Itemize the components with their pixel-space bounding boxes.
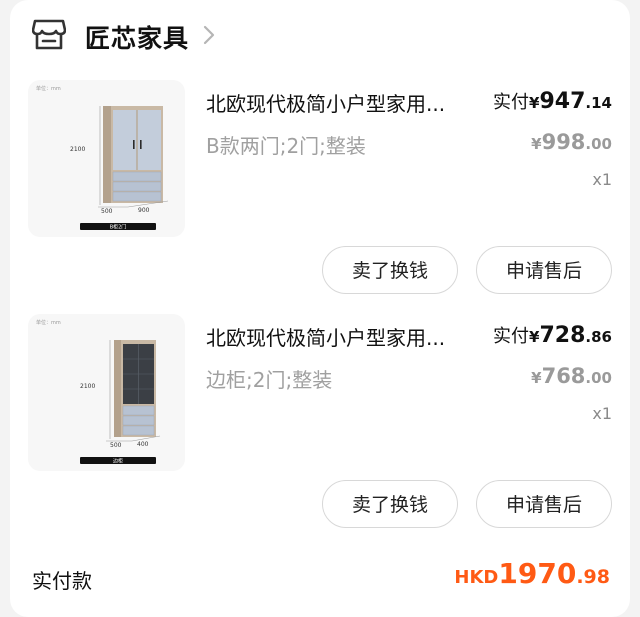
image-height-dim: 2100 [70,146,85,153]
order-item[interactable]: 单位：mm 2100 500 400 边柜 北欧现代极简小户型家用... 边柜;… [10,314,630,549]
image-depth-dim: 400 [137,441,149,448]
chevron-right-icon[interactable] [202,24,216,46]
product-title[interactable]: 北欧现代极简小户型家用... [206,322,476,351]
product-image[interactable]: 单位：mm 2100 500 900 B柜2门 [28,80,185,237]
product-title[interactable]: 北欧现代极简小户型家用... [206,88,476,117]
original-currency: ¥ [531,369,542,387]
paid-price: 实付¥947.14 [493,88,612,114]
image-width-dim: 500 [110,442,122,449]
shop-name[interactable]: 匠芯家具 [85,19,189,55]
after-sale-button[interactable]: 申请售后 [476,246,612,294]
original-price: ¥768.00 [531,364,612,388]
total-currency: HKD [454,567,499,588]
paid-integer: 728 [539,323,586,348]
quantity: x1 [592,170,612,189]
paid-currency: ¥ [529,94,540,112]
product-spec: 边柜;2门;整装 [206,368,333,392]
original-decimal: .00 [585,135,612,153]
after-sale-button[interactable]: 申请售后 [476,480,612,528]
total-decimal: .98 [576,566,610,588]
total-label: 实付款 [32,569,92,593]
image-width-dim: 500 [101,208,113,215]
quantity: x1 [592,404,612,423]
order-total: 实付款 HKD1970.98 [10,555,630,605]
image-depth-dim: 900 [138,207,150,214]
total-integer: 1970 [498,557,577,590]
paid-decimal: .86 [585,328,612,346]
total-amount: HKD1970.98 [454,557,610,590]
original-price: ¥998.00 [531,130,612,154]
sell-button[interactable]: 卖了换钱 [322,480,458,528]
product-image[interactable]: 单位：mm 2100 500 400 边柜 [28,314,185,471]
image-caption: 边柜 [113,458,123,465]
store-icon [31,17,67,51]
image-caption: B柜2门 [110,224,127,231]
original-currency: ¥ [531,135,542,153]
paid-label: 实付 [493,326,530,347]
order-item[interactable]: 单位：mm 2100 500 900 B柜2门 北欧现代极简小户型家用... B… [10,80,630,315]
paid-decimal: .14 [585,94,612,112]
paid-label: 实付 [493,92,530,113]
original-decimal: .00 [585,369,612,387]
sell-button[interactable]: 卖了换钱 [322,246,458,294]
paid-integer: 947 [539,89,586,114]
paid-currency: ¥ [529,328,540,346]
image-height-dim: 2100 [80,383,95,390]
product-spec: B款两门;2门;整装 [206,134,366,158]
original-integer: 768 [541,364,586,388]
shop-header[interactable]: 匠芯家具 [10,0,630,72]
original-integer: 998 [541,130,586,154]
image-unit-label: 单位：mm [36,319,61,326]
image-unit-label: 单位：mm [36,85,61,92]
order-card: 匠芯家具 单位：mm 2100 500 900 B柜2门 北欧现代极简小户型家用… [10,0,630,617]
paid-price: 实付¥728.86 [493,322,612,348]
